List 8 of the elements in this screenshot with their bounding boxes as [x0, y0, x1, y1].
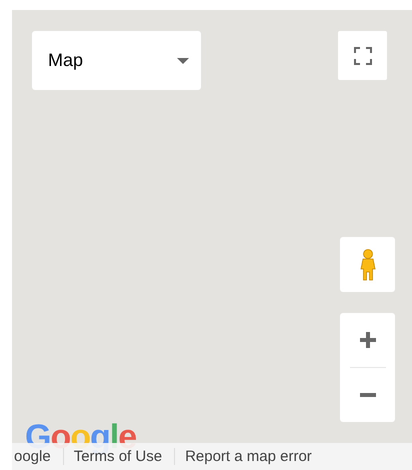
caret-icon: [177, 58, 189, 64]
fullscreen-icon: [354, 46, 372, 64]
map-type-dropdown[interactable]: Map: [32, 31, 201, 90]
report-error-link[interactable]: Report a map error: [174, 448, 324, 465]
person-icon: [360, 248, 376, 280]
fullscreen-button[interactable]: [338, 31, 387, 80]
minus-icon: [360, 393, 376, 397]
plus-icon: [360, 332, 376, 348]
